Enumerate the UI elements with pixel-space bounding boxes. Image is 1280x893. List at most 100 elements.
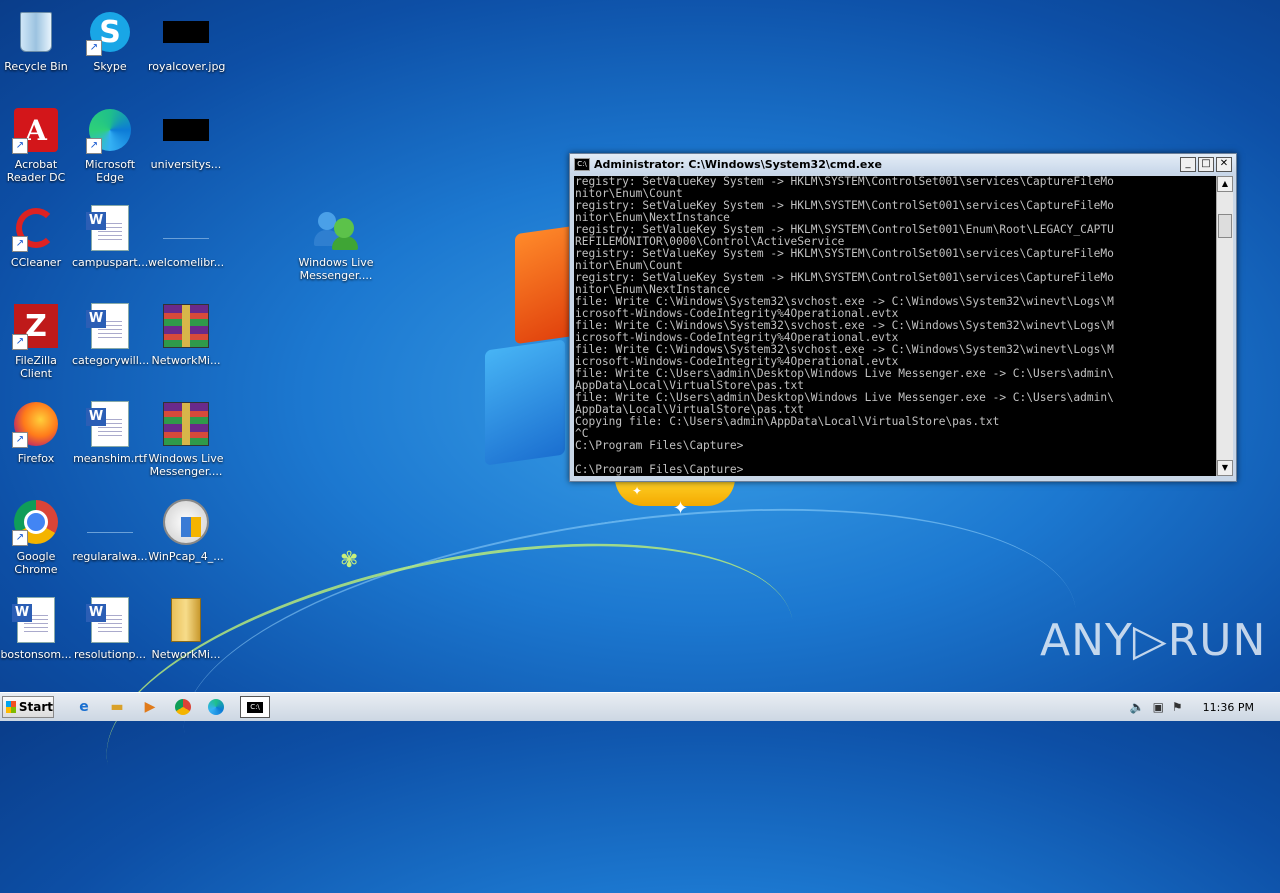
winpcap-installer-icon [163, 499, 209, 545]
desktop-icon-recycle-bin[interactable]: Recycle Bin [0, 8, 74, 73]
start-button[interactable]: Start [2, 696, 54, 718]
windows-logo-red [515, 225, 575, 345]
icon-label: bostonsom... [0, 648, 72, 661]
volume-icon[interactable]: 🔈 [1130, 700, 1145, 714]
icon-label: resolutionp... [73, 648, 147, 661]
shortcut-arrow-icon: ↗ [86, 138, 102, 154]
icon-label: royalcover.jpg [148, 60, 226, 73]
icon-label: Google Chrome [14, 550, 58, 576]
cmd-titlebar[interactable]: C:\ Administrator: C:\Windows\System32\c… [570, 154, 1236, 174]
shortcut-arrow-icon: ↗ [12, 138, 28, 154]
scroll-up-arrow-icon[interactable]: ▲ [1217, 176, 1233, 192]
scroll-down-arrow-icon[interactable]: ▼ [1217, 460, 1233, 476]
clock[interactable]: 11:36 PM [1203, 701, 1254, 714]
shortcut-arrow-icon: ↗ [12, 334, 28, 350]
desktop-icon-categorywill[interactable]: W categorywill... [72, 302, 150, 367]
icon-label: CCleaner [10, 256, 62, 269]
icon-label: universitys... [150, 158, 222, 171]
sparkle: ✦ [673, 498, 689, 519]
console-output: registry: SetValueKey System -> HKLM\SYS… [575, 176, 1114, 476]
messenger-icon [314, 208, 358, 250]
desktop-icon-windows-live-messenger[interactable]: Windows Live Messenger.... [298, 204, 374, 282]
icon-label: categorywill... [72, 354, 150, 367]
desktop-icon-meanshim[interactable]: W meanshim.rtf [72, 400, 148, 465]
desktop-icon-windows-live-messenger-rar[interactable]: Windows Live Messenger.... [148, 400, 224, 478]
network-icon[interactable]: ▣ [1153, 700, 1164, 714]
desktop-icon-campuspart[interactable]: W campuspart... [72, 204, 148, 269]
desktop-icon-regularalwa[interactable]: regularalwa... [72, 498, 148, 563]
icon-label: Skype [93, 60, 127, 73]
desktop-icon-chrome[interactable]: ↗ Google Chrome [0, 498, 74, 576]
desktop-icon-filezilla[interactable]: Z ↗ FileZilla Client [0, 302, 74, 380]
desktop-icon-universitys[interactable]: universitys... [148, 106, 224, 171]
winrar-archive-icon [163, 304, 209, 348]
desktop-icon-resolutionp[interactable]: W resolutionp... [72, 596, 148, 661]
sparkle: ✦ [632, 484, 643, 498]
cmd-window-title: Administrator: C:\Windows\System32\cmd.e… [594, 157, 882, 171]
anyrun-watermark: ANY▷RUN [1040, 615, 1267, 666]
taskbar-cmd-button[interactable]: C:\ [240, 696, 270, 718]
file-icon [87, 512, 133, 533]
word-document-icon: W [86, 597, 129, 643]
cmd-window[interactable]: C:\ Administrator: C:\Windows\System32\c… [569, 153, 1237, 482]
taskbar-ie-icon[interactable]: e [72, 696, 96, 718]
image-file-icon [163, 21, 209, 43]
shortcut-arrow-icon: ↗ [86, 40, 102, 56]
taskbar-edge-button[interactable] [204, 696, 228, 718]
icon-label: regularalwa... [72, 550, 148, 563]
windows-logo-icon [6, 701, 16, 713]
desktop-icon-firefox[interactable]: ↗ Firefox [0, 400, 74, 465]
desktop-icon-skype[interactable]: S ↗ Skype [72, 8, 148, 73]
word-document-icon: W [86, 205, 129, 251]
desktop-icon-networkmi-folder[interactable]: NetworkMi... [148, 596, 224, 661]
taskbar-media-player-icon[interactable]: ▶ [138, 696, 162, 718]
recycle-bin-icon [20, 12, 52, 52]
leaf-decoration: ✾ [340, 548, 359, 573]
winrar-archive-icon [163, 402, 209, 446]
minimize-button[interactable]: _ [1180, 157, 1196, 172]
zip-folder-icon [171, 598, 201, 642]
desktop-icon-networkmi-rar[interactable]: NetworkMi... [148, 302, 224, 367]
shortcut-arrow-icon: ↗ [12, 236, 28, 252]
icon-label: FileZilla Client [15, 354, 57, 380]
icon-label: Firefox [17, 452, 55, 465]
cmd-app-icon[interactable]: C:\ [574, 157, 590, 171]
icon-label: campuspart... [72, 256, 149, 269]
icon-label: Acrobat Reader DC [6, 158, 66, 184]
desktop-icon-welcomelibr[interactable]: welcomelibr... [148, 204, 224, 269]
console-area[interactable]: registry: SetValueKey System -> HKLM\SYS… [574, 176, 1216, 476]
edge-icon [208, 699, 224, 715]
desktop-icon-royalcover[interactable]: royalcover.jpg [148, 8, 226, 73]
word-document-icon: W [86, 401, 129, 447]
icon-label: Microsoft Edge [84, 158, 136, 184]
icon-label: Windows Live Messenger.... [298, 256, 374, 282]
taskbar-chrome-button[interactable] [171, 696, 195, 718]
desktop-icon-acrobat[interactable]: A ↗ Acrobat Reader DC [0, 106, 74, 184]
desktop-icon-bostonsom[interactable]: W bostonsom... [0, 596, 74, 661]
desktop-icon-ccleaner[interactable]: ↗ CCleaner [0, 204, 74, 269]
icon-label: WinPcap_4_... [148, 550, 224, 563]
notification-flag-icon[interactable]: ⚑ [1172, 700, 1183, 714]
word-document-icon: W [86, 303, 129, 349]
windows-logo-blue [485, 339, 565, 466]
icon-label: NetworkMi... [151, 648, 221, 661]
icon-label: Windows Live Messenger.... [148, 452, 224, 478]
vertical-scrollbar[interactable]: ▲ ▼ [1216, 176, 1233, 476]
shortcut-arrow-icon: ↗ [12, 432, 28, 448]
icon-label: Recycle Bin [4, 60, 68, 73]
word-document-icon: W [12, 597, 55, 643]
close-button[interactable]: ✕ [1216, 157, 1232, 172]
chrome-icon [175, 699, 191, 715]
taskbar-explorer-icon[interactable]: ▬ [105, 696, 129, 718]
desktop-icon-edge[interactable]: ↗ Microsoft Edge [72, 106, 148, 184]
maximize-button[interactable]: □ [1198, 157, 1214, 172]
cmd-icon: C:\ [247, 701, 263, 713]
file-icon [163, 218, 209, 239]
image-file-icon [163, 119, 209, 141]
icon-label: welcomelibr... [148, 256, 225, 269]
taskbar: Start e ▬ ▶ C:\ 🔈 ▣ ⚑ 11:36 PM [0, 692, 1280, 721]
system-tray: 🔈 ▣ ⚑ 11:36 PM [1130, 693, 1280, 721]
scroll-thumb[interactable] [1218, 214, 1232, 238]
shortcut-arrow-icon: ↗ [12, 530, 28, 546]
desktop-icon-winpcap[interactable]: WinPcap_4_... [148, 498, 224, 563]
